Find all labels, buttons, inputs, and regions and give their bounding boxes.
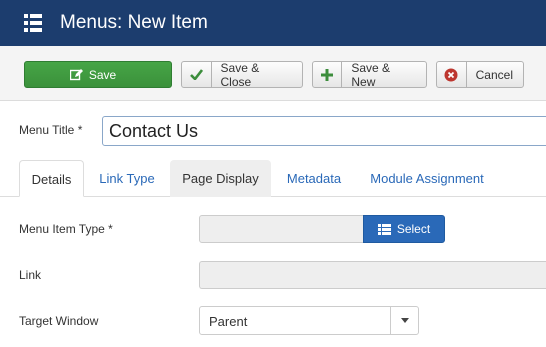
save-close-label: Save & Close [220, 60, 260, 89]
edit-icon [69, 68, 83, 80]
tab-link-type[interactable]: Link Type [88, 160, 166, 197]
tab-page-display[interactable]: Page Display [170, 160, 271, 197]
cancel-button[interactable]: Cancel [436, 61, 524, 88]
save-new-label: Save & New [351, 60, 391, 89]
target-window-value: Parent [209, 314, 248, 329]
link-label: Link [19, 268, 42, 282]
save-new-button[interactable]: Save & New [312, 60, 427, 89]
list-icon [24, 14, 42, 32]
list-icon [377, 223, 391, 235]
page-title: Menus: New Item [60, 12, 208, 33]
target-window-label: Target Window [19, 314, 99, 328]
chevron-down-icon [390, 307, 418, 334]
cancel-icon [437, 62, 467, 87]
plus-icon [313, 62, 343, 87]
select-button[interactable]: Select [363, 215, 445, 243]
tab-metadata[interactable]: Metadata [275, 160, 353, 197]
check-icon [182, 62, 212, 87]
toolbar: Save Save & Close Save & New Cancel [0, 46, 546, 101]
target-window-select[interactable]: Parent [199, 306, 419, 335]
save-label: Save [88, 67, 117, 82]
save-button[interactable]: Save [24, 61, 172, 88]
tab-bar: Details Link Type Page Display Metadata … [0, 160, 546, 197]
menu-item-type-field [199, 215, 365, 243]
save-close-button[interactable]: Save & Close [181, 60, 303, 89]
menu-title-input[interactable]: Contact Us [102, 116, 546, 146]
tab-details[interactable]: Details [19, 160, 84, 197]
app-header: Menus: New Item [0, 0, 546, 46]
tab-module-assignment[interactable]: Module Assignment [357, 160, 497, 197]
cancel-label: Cancel [475, 67, 513, 82]
select-label: Select [396, 222, 431, 236]
menu-item-type-label: Menu Item Type * [19, 222, 113, 236]
menu-title-label: Menu Title * [19, 123, 83, 137]
link-field [199, 261, 546, 289]
